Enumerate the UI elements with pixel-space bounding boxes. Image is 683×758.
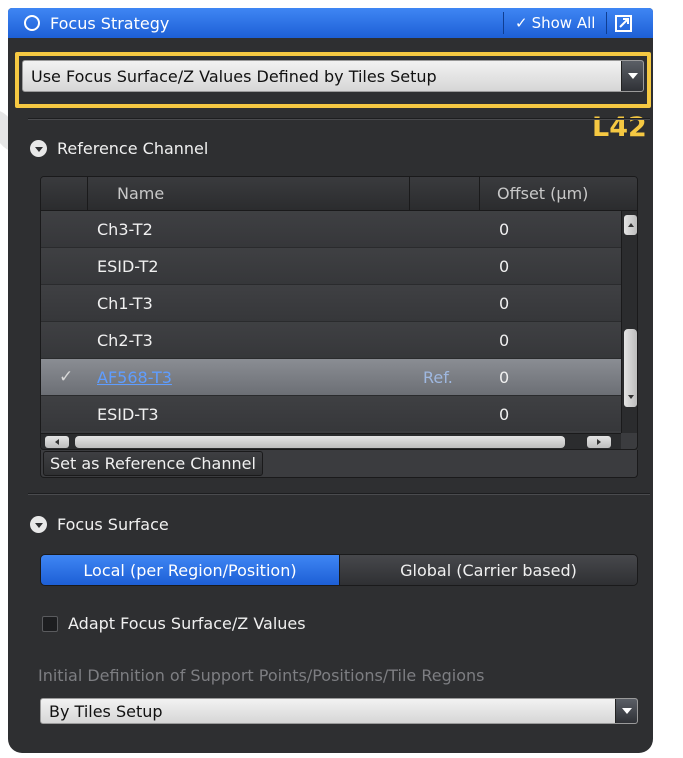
collapse-icon[interactable] — [30, 140, 47, 157]
column-header-offset[interactable]: Offset (µm) — [497, 184, 588, 203]
initial-definition-label: Initial Definition of Support Points/Pos… — [38, 666, 485, 685]
reference-marker: Ref. — [423, 368, 453, 387]
channel-offset: 0 — [499, 257, 510, 276]
channel-offset: 0 — [499, 220, 510, 239]
divider — [28, 118, 650, 120]
show-all-label: Show All — [531, 14, 596, 32]
scroll-up-icon[interactable] — [624, 215, 637, 235]
focus-strategy-panel: Focus Strategy ✓ Show All Use Focus Surfa… — [8, 8, 653, 753]
channel-name: ESID-T2 — [97, 257, 159, 276]
focus-strategy-dropdown[interactable]: Use Focus Surface/Z Values Defined by Ti… — [22, 60, 644, 92]
table-row[interactable]: ESID-T3 0 — [41, 396, 621, 431]
checkmark-icon: ✓ — [515, 14, 528, 32]
reference-checkmark-icon: ✓ — [59, 367, 74, 387]
channel-name: Ch2-T3 — [97, 331, 153, 350]
adapt-focus-surface-checkbox[interactable] — [42, 615, 58, 632]
table-row-selected[interactable]: ✓ AF568-T3 Ref. 0 — [41, 359, 621, 396]
reference-channel-title: Reference Channel — [57, 139, 209, 158]
scroll-right-icon[interactable] — [587, 436, 611, 448]
initial-definition-dropdown[interactable]: By Tiles Setup — [40, 698, 638, 724]
table-body: Ch3-T2 0 ESID-T2 0 Ch1-T3 0 Ch2-T3 0 ✓ A… — [41, 211, 621, 431]
channel-name: Ch3-T2 — [97, 220, 153, 239]
channel-offset: 0 — [499, 331, 510, 350]
horizontal-scrollbar[interactable] — [41, 433, 621, 449]
horizontal-scroll-thumb[interactable] — [75, 436, 565, 448]
focus-surface-section-header[interactable]: Focus Surface — [30, 515, 169, 534]
column-separator[interactable] — [409, 177, 410, 211]
header-separator — [606, 12, 607, 34]
scroll-down-icon[interactable] — [624, 387, 637, 407]
channel-offset: 0 — [499, 368, 510, 387]
chevron-down-icon[interactable] — [621, 61, 643, 91]
focus-surface-mode-toggle: Local (per Region/Position) Global (Carr… — [40, 554, 638, 586]
channel-offset: 0 — [499, 294, 510, 313]
adapt-focus-surface-option[interactable]: Adapt Focus Surface/Z Values — [42, 614, 306, 633]
channel-table: Name Offset (µm) Ch3-T2 0 ESID-T2 0 Ch1-… — [40, 176, 638, 450]
initial-definition-selected: By Tiles Setup — [49, 702, 163, 721]
show-all-button[interactable]: ✓ Show All — [515, 14, 595, 32]
table-row[interactable]: ESID-T2 0 — [41, 248, 621, 285]
set-reference-channel-button[interactable]: Set as Reference Channel — [43, 451, 263, 476]
divider — [28, 493, 650, 495]
table-row[interactable]: Ch2-T3 0 — [41, 322, 621, 359]
column-separator[interactable] — [479, 177, 480, 211]
collapse-icon[interactable] — [30, 516, 47, 533]
channel-name-link[interactable]: AF568-T3 — [97, 368, 172, 387]
undock-icon[interactable] — [614, 13, 634, 33]
scroll-left-icon[interactable] — [45, 436, 69, 448]
global-mode-button[interactable]: Global (Carrier based) — [340, 555, 637, 585]
vertical-scrollbar[interactable] — [621, 211, 637, 433]
table-row[interactable]: Ch3-T2 0 — [41, 211, 621, 248]
header-separator — [503, 12, 504, 34]
panel-toggle-radio-icon[interactable] — [24, 15, 40, 31]
panel-header[interactable]: Focus Strategy ✓ Show All — [8, 8, 653, 38]
column-separator[interactable] — [87, 177, 88, 211]
channel-name: ESID-T3 — [97, 405, 159, 424]
chevron-down-icon[interactable] — [615, 699, 637, 723]
focus-surface-title: Focus Surface — [57, 515, 169, 534]
local-mode-button[interactable]: Local (per Region/Position) — [41, 555, 340, 585]
table-row[interactable]: Ch1-T3 0 — [41, 285, 621, 322]
reference-channel-section-header[interactable]: Reference Channel — [30, 139, 208, 158]
channel-name: Ch1-T3 — [97, 294, 153, 313]
channel-offset: 0 — [499, 405, 510, 424]
column-header-name[interactable]: Name — [117, 184, 164, 203]
panel-title: Focus Strategy — [50, 14, 170, 33]
table-footer: Set as Reference Channel — [40, 450, 638, 478]
annotation-tag: L42 — [592, 112, 647, 143]
table-header: Name Offset (µm) — [41, 177, 637, 211]
adapt-focus-surface-label: Adapt Focus Surface/Z Values — [68, 614, 306, 633]
focus-strategy-selected: Use Focus Surface/Z Values Defined by Ti… — [31, 67, 437, 86]
